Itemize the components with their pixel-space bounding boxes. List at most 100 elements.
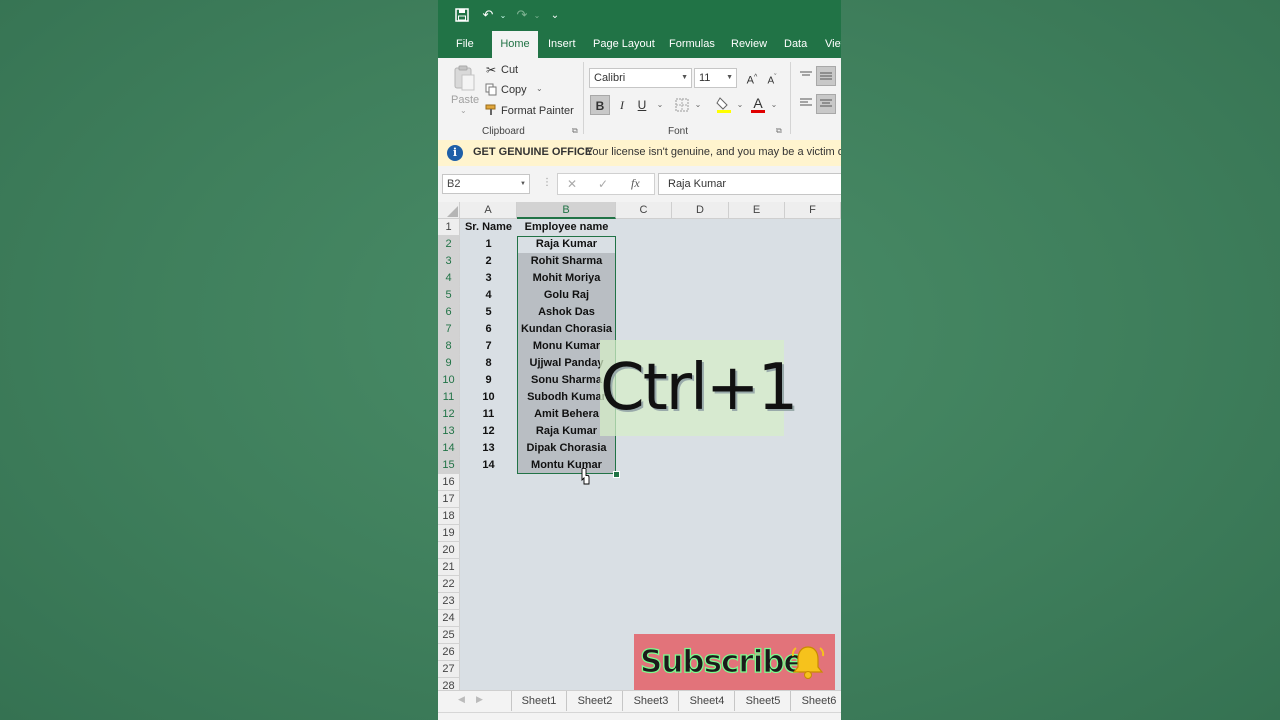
row-header[interactable]: 7 bbox=[438, 321, 460, 338]
formula-input[interactable]: Raja Kumar bbox=[658, 173, 841, 195]
font-launcher-icon[interactable]: ⧉ bbox=[776, 126, 782, 136]
row-header[interactable]: 27 bbox=[438, 661, 460, 678]
customize-quick-access-icon[interactable]: ⌄ bbox=[548, 6, 562, 24]
table-row-sr[interactable]: 1 bbox=[460, 236, 517, 253]
cell-a1[interactable]: Sr. Name bbox=[460, 219, 517, 236]
borders-dropdown-icon[interactable]: ⌄ bbox=[688, 95, 708, 115]
middle-align-icon[interactable] bbox=[816, 66, 836, 86]
row-header[interactable]: 18 bbox=[438, 508, 460, 525]
row-header[interactable]: 28 bbox=[438, 678, 460, 690]
row-header[interactable]: 22 bbox=[438, 576, 460, 593]
paste-icon[interactable] bbox=[452, 64, 476, 92]
row-header[interactable]: 12 bbox=[438, 406, 460, 423]
sheet-tab[interactable]: Sheet5 bbox=[736, 691, 791, 711]
font-name-box[interactable]: Calibri ▼ bbox=[589, 68, 692, 88]
top-align-icon[interactable] bbox=[796, 66, 816, 86]
table-row-sr[interactable]: 12 bbox=[460, 423, 517, 440]
table-row-name[interactable]: Mohit Moriya bbox=[517, 270, 616, 287]
underline-dropdown-icon[interactable]: ⌄ bbox=[650, 95, 670, 115]
row-header[interactable]: 19 bbox=[438, 525, 460, 542]
sheet-tab[interactable]: Sheet3 bbox=[624, 691, 679, 711]
cell-b1[interactable]: Employee name bbox=[517, 219, 616, 236]
sheet-tab[interactable]: Sheet4 bbox=[680, 691, 735, 711]
font-size-box[interactable]: 11 ▼ bbox=[694, 68, 737, 88]
row-header[interactable]: 8 bbox=[438, 338, 460, 355]
column-header-b[interactable]: B bbox=[517, 202, 616, 219]
row-header[interactable]: 3 bbox=[438, 253, 460, 270]
select-all-corner[interactable] bbox=[438, 202, 460, 219]
bold-button[interactable]: B bbox=[590, 95, 610, 115]
tab-view[interactable]: View bbox=[825, 30, 841, 58]
column-header-f[interactable]: F bbox=[785, 202, 841, 219]
table-row-sr[interactable]: 11 bbox=[460, 406, 517, 423]
undo-dropdown-icon[interactable]: ⌄ bbox=[498, 6, 508, 24]
tab-formulas[interactable]: Formulas bbox=[669, 30, 715, 58]
row-header[interactable]: 11 bbox=[438, 389, 460, 406]
sheet-tab[interactable]: Sheet6 bbox=[792, 691, 841, 711]
row-header[interactable]: 4 bbox=[438, 270, 460, 287]
row-header[interactable]: 16 bbox=[438, 474, 460, 491]
table-row-sr[interactable]: 14 bbox=[460, 457, 517, 474]
table-row-sr[interactable]: 4 bbox=[460, 287, 517, 304]
copy-button[interactable]: Copy bbox=[501, 84, 527, 96]
worksheet-grid[interactable]: A B C D E F 1 2 3 4 5 6 7 8 9 10 11 12 1… bbox=[438, 202, 841, 690]
table-row-sr[interactable]: 9 bbox=[460, 372, 517, 389]
row-header[interactable]: 25 bbox=[438, 627, 460, 644]
italic-button[interactable]: I bbox=[612, 95, 632, 115]
table-row-name[interactable]: Raja Kumar bbox=[517, 236, 616, 253]
table-row-sr[interactable]: 10 bbox=[460, 389, 517, 406]
table-row-name[interactable]: Ashok Das bbox=[517, 304, 616, 321]
fill-color-dropdown-icon[interactable]: ⌄ bbox=[730, 95, 750, 115]
sheet-tab[interactable]: Sheet1 bbox=[512, 691, 567, 711]
row-header[interactable]: 5 bbox=[438, 287, 460, 304]
scroll-sheets-right-icon[interactable]: ▶ bbox=[476, 694, 483, 705]
table-row-sr[interactable]: 8 bbox=[460, 355, 517, 372]
increase-font-size-icon[interactable]: A^ bbox=[742, 68, 762, 88]
table-row-sr[interactable]: 13 bbox=[460, 440, 517, 457]
tab-data[interactable]: Data bbox=[784, 30, 807, 58]
paste-dropdown-icon[interactable]: ⌄ bbox=[460, 106, 467, 115]
row-header[interactable]: 23 bbox=[438, 593, 460, 610]
font-color-dropdown-icon[interactable]: ⌄ bbox=[764, 95, 784, 115]
table-row-name[interactable]: Montu Kumar bbox=[517, 457, 616, 474]
format-painter-button[interactable]: Format Painter bbox=[501, 105, 574, 117]
undo-icon[interactable]: ↶ bbox=[478, 6, 498, 24]
table-row-sr[interactable]: 2 bbox=[460, 253, 517, 270]
table-row-name[interactable]: Kundan Chorasia bbox=[517, 321, 616, 338]
table-row-name[interactable]: Golu Raj bbox=[517, 287, 616, 304]
tab-review[interactable]: Review bbox=[731, 30, 767, 58]
sheet-tab[interactable]: Sheet2 bbox=[568, 691, 623, 711]
column-header-d[interactable]: D bbox=[672, 202, 729, 219]
column-header-e[interactable]: E bbox=[729, 202, 785, 219]
decrease-font-size-icon[interactable]: Aˇ bbox=[762, 68, 782, 88]
column-header-a[interactable]: A bbox=[460, 202, 517, 219]
table-row-sr[interactable]: 6 bbox=[460, 321, 517, 338]
subscribe-banner[interactable]: Subscribe bbox=[634, 634, 835, 690]
row-header[interactable]: 21 bbox=[438, 559, 460, 576]
insert-function-icon[interactable]: fx bbox=[631, 176, 640, 191]
row-header[interactable]: 1 bbox=[438, 219, 460, 236]
column-header-c[interactable]: C bbox=[616, 202, 672, 219]
tab-file[interactable]: File bbox=[456, 30, 474, 58]
row-header[interactable]: 26 bbox=[438, 644, 460, 661]
table-row-name[interactable]: Rohit Sharma bbox=[517, 253, 616, 270]
tab-page-layout[interactable]: Page Layout bbox=[593, 30, 655, 58]
table-row-sr[interactable]: 3 bbox=[460, 270, 517, 287]
name-box[interactable]: B2 ▼ bbox=[442, 174, 530, 194]
table-row-name[interactable]: Dipak Chorasia bbox=[517, 440, 616, 457]
align-left-icon[interactable] bbox=[796, 94, 816, 114]
row-header[interactable]: 10 bbox=[438, 372, 460, 389]
table-row-sr[interactable]: 7 bbox=[460, 338, 517, 355]
underline-button[interactable]: U bbox=[632, 95, 652, 115]
tab-home[interactable]: Home bbox=[492, 31, 538, 58]
tab-insert[interactable]: Insert bbox=[548, 30, 576, 58]
row-header[interactable]: 13 bbox=[438, 423, 460, 440]
enter-icon[interactable]: ✓ bbox=[598, 177, 608, 191]
row-header[interactable]: 6 bbox=[438, 304, 460, 321]
align-center-icon[interactable] bbox=[816, 94, 836, 114]
row-header[interactable]: 9 bbox=[438, 355, 460, 372]
row-header[interactable]: 14 bbox=[438, 440, 460, 457]
row-header[interactable]: 17 bbox=[438, 491, 460, 508]
copy-dropdown-icon[interactable]: ⌄ bbox=[536, 84, 543, 93]
save-icon[interactable] bbox=[452, 6, 472, 24]
